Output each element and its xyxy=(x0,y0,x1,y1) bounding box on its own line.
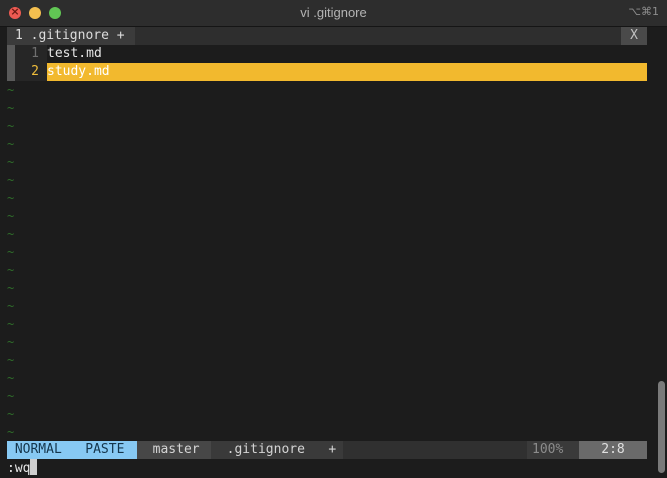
text-cursor xyxy=(30,459,38,475)
empty-line-tilde: ~ xyxy=(7,173,15,187)
cursor-line-highlight xyxy=(47,63,647,81)
empty-line-tilde: ~ xyxy=(7,245,15,259)
command-text: :wq xyxy=(7,461,31,476)
empty-line-tilde: ~ xyxy=(7,281,15,295)
empty-line-tilde: ~ xyxy=(7,299,15,313)
empty-line-tilde: ~ xyxy=(7,119,15,133)
title-bar: vi .gitignore ⌥⌘1 xyxy=(0,0,667,27)
buffer-line-current[interactable]: study.md xyxy=(47,63,110,81)
window-title: vi .gitignore xyxy=(300,5,367,20)
paste-label: PASTE xyxy=(85,442,125,457)
vim-tabline: 1 .gitignore + X xyxy=(7,27,647,45)
git-branch: master xyxy=(137,441,211,459)
modified-flag: + xyxy=(328,442,337,457)
sign-column xyxy=(7,45,15,63)
scroll-percent: 100% xyxy=(527,441,579,459)
filename-label: .gitignore xyxy=(226,442,305,457)
empty-line-tilde: ~ xyxy=(7,263,15,277)
empty-line-tilde: ~ xyxy=(7,371,15,385)
empty-line-tilde: ~ xyxy=(7,137,15,151)
empty-line-tilde: ~ xyxy=(7,389,15,403)
percent-label: 100% xyxy=(532,442,564,457)
sign-column xyxy=(7,63,15,81)
buffer-line[interactable]: test.md xyxy=(47,45,102,63)
tab-close-button[interactable]: X xyxy=(621,27,647,45)
line-number: 1 xyxy=(31,46,39,61)
terminal-window: vi .gitignore ⌥⌘1 1 .gitignore + X 1 tes… xyxy=(0,0,667,478)
command-line[interactable]: :wq xyxy=(7,459,38,477)
empty-line-tilde: ~ xyxy=(7,191,15,205)
empty-line-tilde: ~ xyxy=(7,425,15,439)
mode-indicator: NORMAL PASTE xyxy=(7,441,137,459)
empty-line-tilde: ~ xyxy=(7,335,15,349)
empty-line-tilde: ~ xyxy=(7,101,15,115)
tab-gitignore[interactable]: 1 .gitignore + xyxy=(7,27,135,45)
empty-line-tilde: ~ xyxy=(7,353,15,367)
empty-line-tilde: ~ xyxy=(7,83,15,97)
vim-editor[interactable]: 1 .gitignore + X 1 test.md 2 study.md ~ ~… xyxy=(0,27,667,478)
mode-label: NORMAL xyxy=(14,442,62,457)
vim-statusline: NORMAL PASTE master .gitignore + 100% 2:… xyxy=(7,441,647,459)
cursor-position: 2:8 xyxy=(579,441,647,459)
current-line-number: 2 xyxy=(31,64,39,79)
empty-line-tilde: ~ xyxy=(7,407,15,421)
empty-line-tilde: ~ xyxy=(7,155,15,169)
empty-line-tilde: ~ xyxy=(7,317,15,331)
scrollbar-thumb[interactable] xyxy=(658,381,665,473)
empty-line-tilde: ~ xyxy=(7,227,15,241)
file-segment: .gitignore + xyxy=(211,441,343,459)
tab-shortcut-label: ⌥⌘1 xyxy=(628,5,659,18)
branch-label: master xyxy=(152,442,200,457)
empty-line-tilde: ~ xyxy=(7,209,15,223)
